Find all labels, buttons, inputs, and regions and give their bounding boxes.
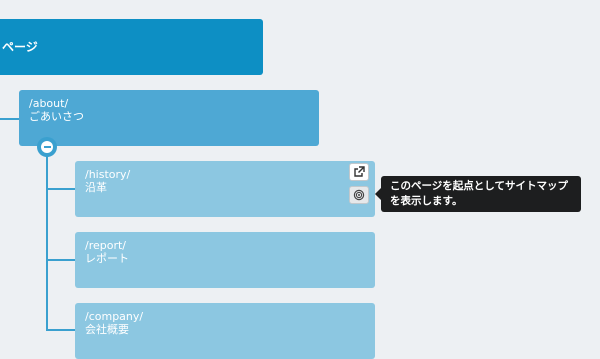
tree-node-history[interactable]: /history/ 沿革	[75, 161, 375, 217]
connector-line	[46, 329, 75, 331]
target-icon	[353, 189, 365, 201]
node-path: /history/	[85, 168, 131, 181]
tree-node-root[interactable]: ページ	[0, 19, 263, 75]
tree-node-report[interactable]: /report/ レポート	[75, 232, 375, 288]
connector-line	[46, 259, 75, 261]
node-name: ごあいさつ	[29, 110, 84, 123]
node-path: /about/	[29, 97, 69, 110]
node-path: /company/	[85, 310, 144, 323]
node-name: レポート	[85, 252, 129, 265]
minus-icon	[41, 141, 53, 153]
connector-line	[0, 118, 19, 120]
sitemap-from-here-button[interactable]	[349, 186, 369, 204]
external-link-icon	[354, 166, 365, 177]
connector-line	[46, 155, 48, 330]
tree-node-about[interactable]: /about/ ごあいさつ	[19, 90, 319, 146]
node-path: /report/	[85, 239, 127, 252]
open-page-button[interactable]	[349, 163, 369, 181]
tooltip: このページを起点としてサイトマップを表示します。	[375, 176, 581, 212]
tooltip-text: このページを起点としてサイトマップを表示します。	[390, 180, 568, 207]
connector-line	[46, 188, 75, 190]
node-name: 沿革	[85, 181, 107, 194]
tree-node-company[interactable]: /company/ 会社概要	[75, 303, 375, 359]
node-label: ページ	[2, 40, 38, 54]
collapse-toggle-button[interactable]	[37, 137, 57, 157]
